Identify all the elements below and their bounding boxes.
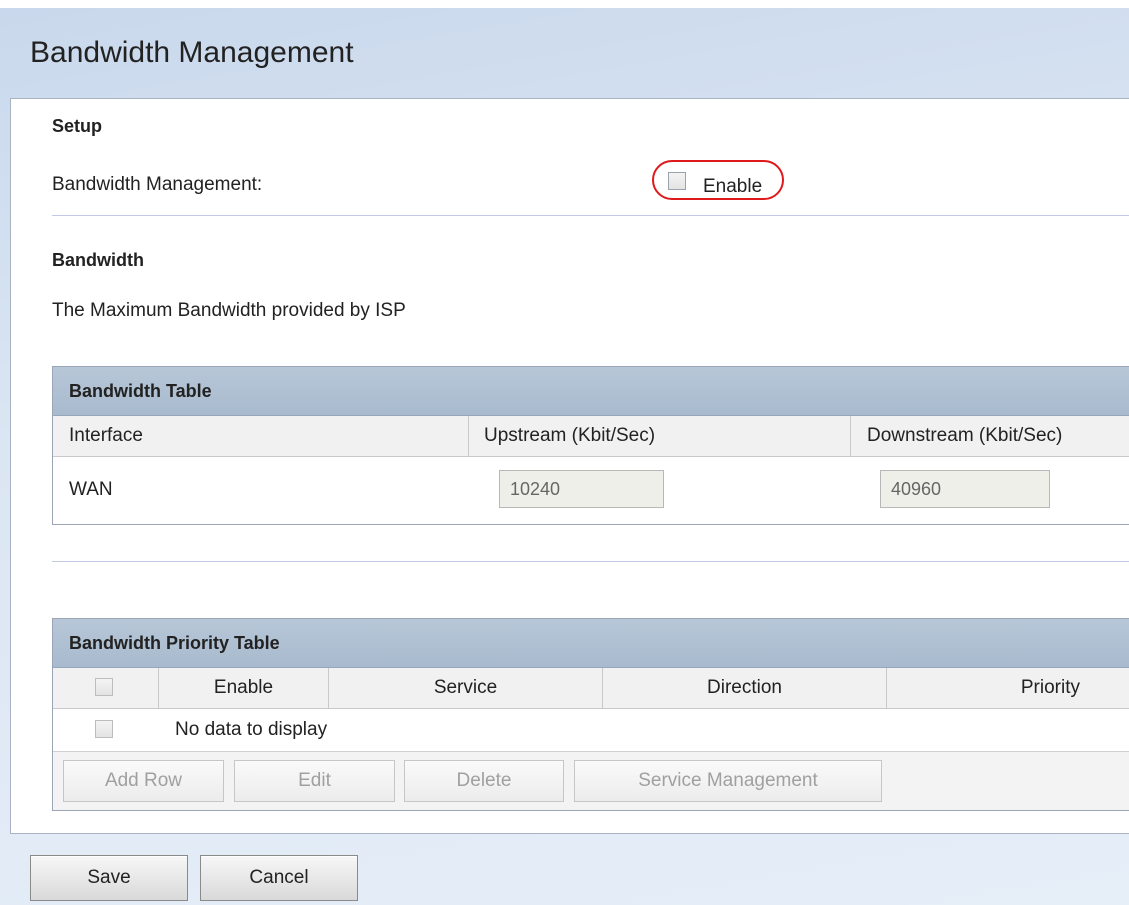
select-all-cell <box>53 668 159 708</box>
cancel-button[interactable]: Cancel <box>200 855 358 901</box>
column-interface: Interface <box>53 416 469 456</box>
page-title: Bandwidth Management <box>30 36 354 69</box>
add-row-button[interactable]: Add Row <box>63 760 224 802</box>
bandwidth-description: The Maximum Bandwidth provided by ISP <box>52 300 406 321</box>
priority-table-header: Bandwidth Priority Table <box>53 619 1129 668</box>
bandwidth-table-header: Bandwidth Table <box>53 367 1129 416</box>
save-button[interactable]: Save <box>30 855 188 901</box>
column-downstream: Downstream (Kbit/Sec) <box>867 425 1063 446</box>
delete-button[interactable]: Delete <box>404 760 564 802</box>
priority-table-column-headers: Enable Service Direction Priority <box>53 668 1129 709</box>
column-direction: Direction <box>603 668 887 708</box>
column-upstream: Upstream (Kbit/Sec) <box>469 416 851 456</box>
wan-interface-cell: WAN <box>69 479 113 500</box>
edit-button[interactable]: Edit <box>234 760 395 802</box>
bandwidth-table-title: Bandwidth Table <box>69 381 212 401</box>
bandwidth-table: Bandwidth Table Interface Upstream (Kbit… <box>52 366 1129 525</box>
enable-label: Enable <box>703 176 763 197</box>
select-all-checkbox[interactable] <box>95 678 113 696</box>
divider <box>52 215 1129 216</box>
downstream-input[interactable]: 40960 <box>880 470 1050 508</box>
column-enable: Enable <box>159 668 329 708</box>
divider <box>52 561 1129 562</box>
list-item: No data to display <box>53 709 1129 752</box>
service-management-button[interactable]: Service Management <box>574 760 882 802</box>
bandwidth-management-label: Bandwidth Management: <box>52 174 263 195</box>
empty-message: No data to display <box>175 719 328 740</box>
bandwidth-table-column-headers: Interface Upstream (Kbit/Sec) Downstream… <box>53 416 1129 457</box>
enable-checkbox[interactable] <box>668 172 686 190</box>
bandwidth-heading: Bandwidth <box>52 250 144 270</box>
column-priority: Priority <box>1020 677 1080 698</box>
column-service: Service <box>329 668 603 708</box>
upstream-input[interactable]: 10240 <box>499 470 664 508</box>
row-checkbox[interactable] <box>95 720 113 738</box>
priority-table-title: Bandwidth Priority Table <box>69 633 280 653</box>
table-row: WAN 10240 40960 <box>53 457 1129 523</box>
setup-heading: Setup <box>52 116 103 136</box>
